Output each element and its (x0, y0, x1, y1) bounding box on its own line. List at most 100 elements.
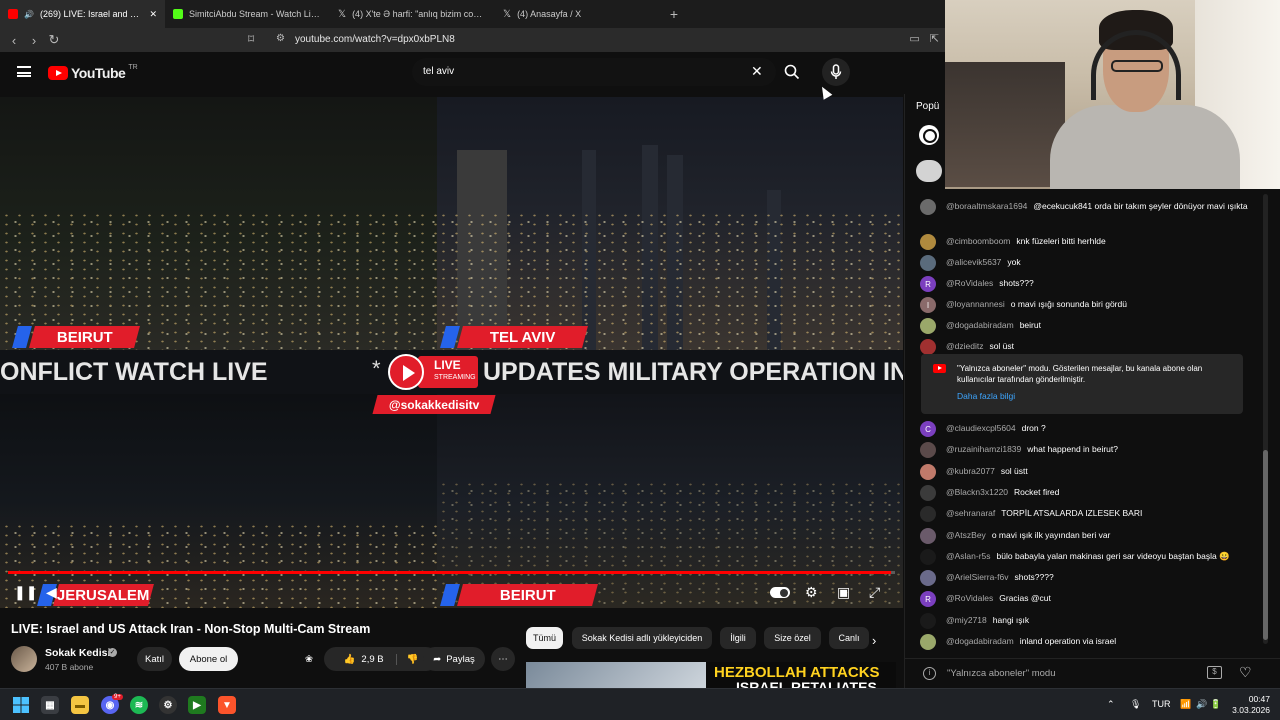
channel-avatar[interactable] (11, 646, 37, 672)
chat-author[interactable]: @ruzainihamzi1839 (946, 444, 1021, 455)
info-icon[interactable]: i (923, 667, 936, 680)
language-indicator[interactable]: TUR (1152, 699, 1171, 709)
pinned-avatar[interactable] (916, 160, 942, 182)
url-field[interactable]: youtube.com/watch?v=dpx0xbPLN8 (295, 34, 455, 45)
brave-browser-icon[interactable]: ▼ (218, 696, 236, 714)
audio-icon[interactable]: 🔊 (24, 10, 34, 19)
chat-header-label[interactable]: Popü (916, 101, 939, 112)
microphone-tray-icon[interactable]: 🎙 (1130, 699, 1141, 710)
steam-icon[interactable]: ⚙ (159, 696, 177, 714)
search-button[interactable] (778, 58, 806, 86)
chip-from-uploader[interactable]: Sokak Kedisi adlı yükleyiciden (572, 627, 712, 649)
chat-author[interactable]: @Blackn3x1220 (946, 487, 1008, 498)
chat-author[interactable]: @RoVidales (946, 278, 993, 289)
chat-author-avatar[interactable] (920, 634, 936, 650)
clear-search-icon[interactable]: ✕ (751, 63, 763, 80)
progress-bar[interactable] (8, 571, 895, 574)
theater-mode-icon[interactable]: ▣ (837, 584, 850, 601)
chat-author-avatar[interactable] (920, 484, 936, 501)
browser-tab-youtube[interactable]: 🔊 (269) LIVE: Israel and US Atta ✕ (0, 0, 165, 28)
chat-author-avatar[interactable] (920, 255, 936, 271)
chat-author[interactable]: @dogadabiradam (946, 320, 1014, 331)
chat-author[interactable]: @claudiexcpl5604 (946, 423, 1016, 434)
menu-icon[interactable] (17, 66, 31, 77)
browser-tab-x-2[interactable]: 𝕏 (4) Anasayfa / X (495, 0, 660, 28)
browser-tab-kick[interactable]: SimitciAbdu Stream - Watch Live on (165, 0, 330, 28)
chat-input-placeholder[interactable]: "Yalnızca aboneler" modu (947, 668, 1056, 679)
search-input[interactable]: tel aviv ✕ (412, 58, 776, 86)
subscribe-button[interactable]: Abone ol (179, 647, 238, 671)
like-button[interactable]: 👍 2,9 B (344, 653, 397, 665)
channel-name[interactable]: Sokak Kedisi (45, 647, 110, 659)
chip-for-you[interactable]: Size özel (764, 627, 821, 649)
super-chat-icon[interactable]: $ (1207, 666, 1222, 679)
autoplay-toggle[interactable] (770, 587, 790, 598)
chip-related[interactable]: İlgili (720, 627, 756, 649)
settings-icon[interactable]: ⚙ (805, 584, 818, 601)
youtube-logo[interactable]: YouTube TR (48, 64, 138, 81)
windows-start-icon[interactable] (12, 696, 30, 714)
chip-all[interactable]: Tümü (526, 627, 563, 649)
like-dislike-group: 👍 2,9 B 👎 (324, 647, 438, 671)
chat-mode-icon[interactable] (919, 125, 939, 145)
join-button[interactable]: Katıl (137, 647, 172, 671)
share-icon[interactable]: ⇱ (930, 32, 939, 45)
chat-author-avatar[interactable] (920, 234, 936, 250)
chat-author-avatar[interactable]: C (920, 421, 936, 437)
chat-author-avatar[interactable] (920, 463, 936, 480)
close-tab-icon[interactable]: ✕ (149, 9, 157, 20)
forward-icon[interactable]: › (24, 33, 44, 48)
more-actions-button[interactable]: ⋯ (491, 647, 515, 671)
volume-icon[interactable]: ◀ (46, 584, 57, 601)
back-icon[interactable]: ‹ (4, 33, 24, 48)
chat-author[interactable]: @loyannannesi (946, 299, 1005, 310)
dislike-button[interactable]: 👎 (397, 654, 419, 665)
clock[interactable]: 00:47 3.03.2026 (1218, 694, 1270, 716)
site-settings-icon[interactable]: ⚙ (276, 33, 285, 44)
voice-search-button[interactable] (822, 58, 850, 86)
task-view-icon[interactable]: ▦ (41, 696, 59, 714)
chat-author-avatar[interactable] (920, 199, 936, 215)
chat-author-avatar[interactable] (920, 570, 936, 587)
pause-icon[interactable]: ❚❚ (14, 584, 37, 601)
chat-author[interactable]: @miy2718 (946, 615, 987, 626)
chat-author[interactable]: @sehranaraf (946, 508, 995, 519)
chat-author[interactable]: @dzieditz (946, 341, 983, 352)
chat-author[interactable]: @cimboomboom (946, 236, 1010, 247)
chat-author[interactable]: @ArielSierra-f6v (946, 572, 1008, 583)
chat-author-avatar[interactable]: l (920, 297, 936, 313)
chip-live[interactable]: Canlı (829, 627, 869, 649)
chat-author-avatar[interactable]: R (920, 276, 936, 292)
chevron-right-icon[interactable]: › (872, 633, 876, 648)
speaker-icon[interactable]: 🔊 (1196, 699, 1207, 710)
chat-author-avatar[interactable] (920, 548, 936, 565)
fullscreen-icon[interactable]: ⤢ (869, 584, 880, 601)
chat-author[interactable]: @dogadabiradam (946, 636, 1014, 647)
spotify-icon[interactable]: ≋ (130, 696, 148, 714)
new-tab-button[interactable]: + (660, 6, 688, 22)
screen-icon[interactable]: ▭ (909, 32, 919, 45)
chat-scrollbar-thumb[interactable] (1263, 450, 1268, 640)
tray-overflow-icon[interactable]: ⌃ (1107, 699, 1115, 710)
chat-author-avatar[interactable] (920, 612, 936, 629)
chat-author[interactable]: @alicevik5637 (946, 257, 1001, 268)
chat-author[interactable]: @Aslan-r5s (946, 551, 991, 562)
chat-author[interactable]: @kubra2077 (946, 466, 995, 477)
chat-author-avatar[interactable] (920, 527, 936, 544)
learn-more-link[interactable]: Daha fazla bilgi (957, 391, 1015, 401)
share-button[interactable]: ➦ Paylaş (423, 647, 485, 671)
chat-author[interactable]: @boraaltmskara1694 (946, 201, 1027, 212)
boost-button[interactable]: ❀ (299, 647, 319, 671)
chat-author[interactable]: @RoVidales (946, 593, 993, 604)
nvidia-icon[interactable]: ▶ (188, 696, 206, 714)
wifi-icon[interactable]: 📶 (1180, 699, 1191, 710)
bookmark-icon[interactable]: ⌑ (248, 32, 254, 46)
browser-tab-x-1[interactable]: 𝕏 (4) X'te Ə harfi: "anlıq bizim coğrafy… (330, 0, 495, 28)
chat-author-avatar[interactable] (920, 339, 936, 355)
chat-author-avatar[interactable] (920, 318, 936, 334)
video-player[interactable]: BEIRUT TEL AVIV ONFLICT WATCH LIVE * UPD… (0, 97, 903, 608)
reload-icon[interactable]: ↻ (44, 32, 64, 48)
heart-icon[interactable]: ♡ (1239, 664, 1252, 681)
file-explorer-icon[interactable]: ▬ (71, 696, 89, 714)
chat-author[interactable]: @AtszBey (946, 530, 986, 541)
